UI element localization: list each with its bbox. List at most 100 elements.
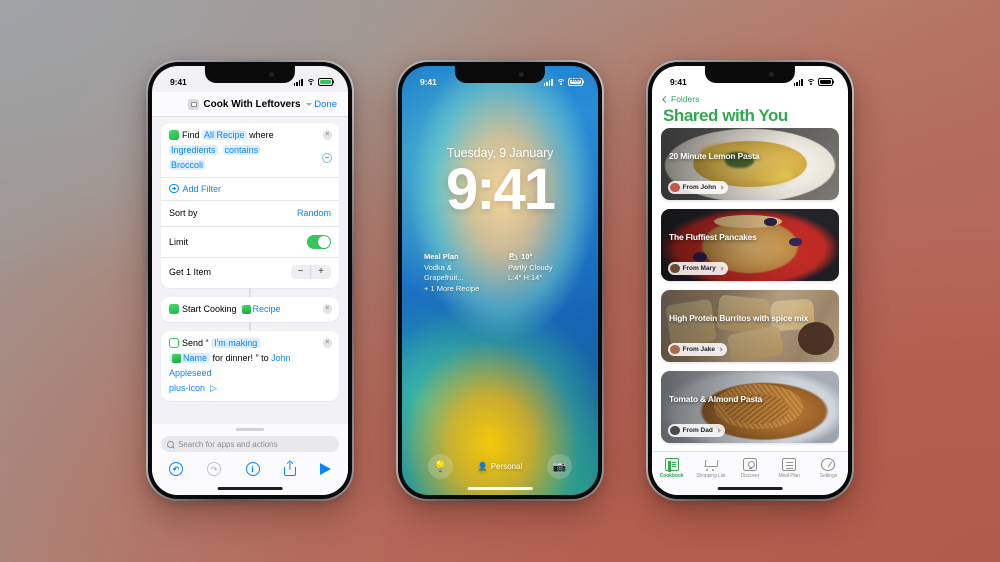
find-target[interactable]: All Recipe xyxy=(202,130,247,140)
add-filter-button[interactable]: Add Filter xyxy=(169,182,331,196)
tab-cookbook[interactable]: Cookbook xyxy=(652,458,691,479)
stepper-minus[interactable]: − xyxy=(291,265,311,279)
tab-label: Cookbook xyxy=(659,473,684,479)
focus-status-badge[interactable]: 👤 Personal xyxy=(478,462,523,471)
meal-plan-widget[interactable]: Meal Plan Vodka & Grapefruit... + 1 More… xyxy=(424,252,492,294)
shared-from-chip[interactable]: From Jake xyxy=(668,343,728,356)
search-input[interactable]: Search for apps and actions xyxy=(161,436,339,452)
start-cooking-line: Start Cooking Recipe xyxy=(169,302,331,317)
close-circle-icon[interactable]: × xyxy=(322,338,332,348)
list-item[interactable]: The Fluffiest Pancakes From Mary xyxy=(661,209,839,281)
limit-label: Limit xyxy=(169,236,189,247)
tab-label: Meal Plan xyxy=(778,473,800,479)
phone1-screen: 9:41 Cook With Leftovers Done × − Find A… xyxy=(152,66,348,495)
share-icon[interactable] xyxy=(283,459,296,476)
home-indicator[interactable] xyxy=(217,486,283,490)
shared-from-chip[interactable]: From Dad xyxy=(668,424,725,437)
get-items-label: Get 1 Item xyxy=(169,267,212,277)
sheet-grabber[interactable] xyxy=(236,428,264,431)
avatar xyxy=(670,425,680,436)
find-verb: Find xyxy=(182,130,200,140)
home-indicator[interactable] xyxy=(467,486,533,490)
action-connector xyxy=(249,322,251,331)
divider xyxy=(161,226,339,227)
search-placeholder: Search for apps and actions xyxy=(178,439,278,449)
filter-value[interactable]: Broccoli xyxy=(169,160,206,170)
status-indicators xyxy=(793,78,833,86)
avatar xyxy=(670,263,680,274)
weather-head: 🌥 10° xyxy=(508,252,576,263)
home-indicator[interactable] xyxy=(717,486,783,490)
list-item[interactable]: High Protein Burritos with spice mix Fro… xyxy=(661,290,839,362)
limit-toggle[interactable] xyxy=(307,234,331,249)
info-circle-icon[interactable]: i xyxy=(245,461,260,476)
find-action-card[interactable]: × − Find All Recipe where Ingredients co… xyxy=(161,123,339,288)
tab-meal-plan[interactable]: Meal Plan xyxy=(770,458,809,479)
cart-icon xyxy=(704,458,718,471)
start-cooking-param[interactable]: Recipe xyxy=(253,304,281,314)
close-circle-icon[interactable]: × xyxy=(322,130,332,140)
messages-app-icon xyxy=(169,338,179,348)
lock-time: 9:41 xyxy=(445,157,556,222)
limit-row[interactable]: Limit xyxy=(169,231,331,253)
shortcut-title-group[interactable]: Cook With Leftovers xyxy=(188,98,312,110)
phone3-screen: 9:41 Folders Shared with You 20 Minute L… xyxy=(652,66,848,495)
back-label: Folders xyxy=(671,94,700,104)
weather-widget[interactable]: 🌥 10° Partly Cloudy L:4° H:14° xyxy=(508,252,576,294)
person-icon: 👤 xyxy=(477,462,488,471)
send-line-1: Send “ I'm making xyxy=(169,336,331,351)
redo-arrow-icon[interactable]: ↷ xyxy=(207,461,222,476)
partly-cloudy-icon: 🌥 xyxy=(508,252,519,261)
sort-by-row[interactable]: Sort by Random xyxy=(169,204,331,222)
find-line-1: Find All Recipe where xyxy=(169,128,331,143)
get-items-row[interactable]: Get 1 Item − + xyxy=(169,261,331,283)
done-button[interactable]: Done xyxy=(314,99,337,110)
list-item[interactable]: 20 Minute Lemon Pasta From John xyxy=(661,128,839,200)
notch xyxy=(204,66,296,83)
shared-from-chip[interactable]: From John xyxy=(668,181,729,194)
shortcut-nav-bar: Cook With Leftovers Done xyxy=(152,92,348,117)
chevron-right-icon xyxy=(719,185,724,190)
notch xyxy=(704,66,796,83)
minus-circle-icon[interactable]: − xyxy=(322,153,332,163)
tab-discover[interactable]: Discover xyxy=(730,458,769,479)
close-circle-icon[interactable]: × xyxy=(322,304,332,314)
camera-icon[interactable]: 📷 xyxy=(546,454,572,479)
send-message-action-card[interactable]: × Send “ I'm making Name for dinner! ” t… xyxy=(161,322,339,401)
lock-widgets: Meal Plan Vodka & Grapefruit... + 1 More… xyxy=(424,252,576,294)
wifi-icon xyxy=(556,78,565,86)
divider xyxy=(161,177,339,178)
shared-from-chip[interactable]: From Mary xyxy=(668,262,728,275)
back-button[interactable]: Folders xyxy=(661,94,700,104)
message-text-part1[interactable]: I'm making xyxy=(211,338,261,348)
tab-settings[interactable]: Settings xyxy=(809,458,848,479)
tab-shopping-list[interactable]: Shopping List xyxy=(691,458,730,479)
sort-by-value[interactable]: Random xyxy=(297,208,331,218)
chevron-right-circle-icon[interactable]: ▷ xyxy=(210,383,217,393)
battery-charging-icon xyxy=(318,78,333,86)
quantity-stepper[interactable]: − + xyxy=(291,265,331,279)
tab-label: Discover xyxy=(740,473,760,479)
search-icon xyxy=(167,440,174,448)
chevron-right-icon xyxy=(716,428,721,433)
message-variable[interactable]: Name xyxy=(183,353,207,363)
start-cooking-action-card[interactable]: × Start Cooking Recipe xyxy=(161,288,339,322)
filter-operator[interactable]: contains xyxy=(222,145,261,155)
play-icon[interactable] xyxy=(320,462,331,475)
filter-field[interactable]: Ingredients xyxy=(169,145,218,155)
battery-full-icon xyxy=(818,78,833,86)
focus-label: Personal xyxy=(490,462,523,471)
chevron-down-icon[interactable] xyxy=(305,102,312,106)
find-line-2: Ingredients contains xyxy=(169,143,331,158)
weather-range: L:4° H:14° xyxy=(508,273,543,282)
start-cooking-label: Start Cooking xyxy=(182,304,237,314)
tab-label: Shopping List xyxy=(696,473,726,479)
add-recipient-button[interactable]: plus-icon xyxy=(169,383,205,393)
stepper-plus[interactable]: + xyxy=(311,265,331,279)
list-item[interactable]: Tomato & Almond Pasta From Dad xyxy=(661,371,839,443)
message-text-part2[interactable]: for dinner! xyxy=(213,353,254,363)
chevron-right-icon xyxy=(718,347,723,352)
undo-arrow-icon[interactable]: ↶ xyxy=(169,461,183,476)
weather-temp: 10° xyxy=(521,252,533,261)
flashlight-icon[interactable]: 💡 xyxy=(428,454,453,479)
